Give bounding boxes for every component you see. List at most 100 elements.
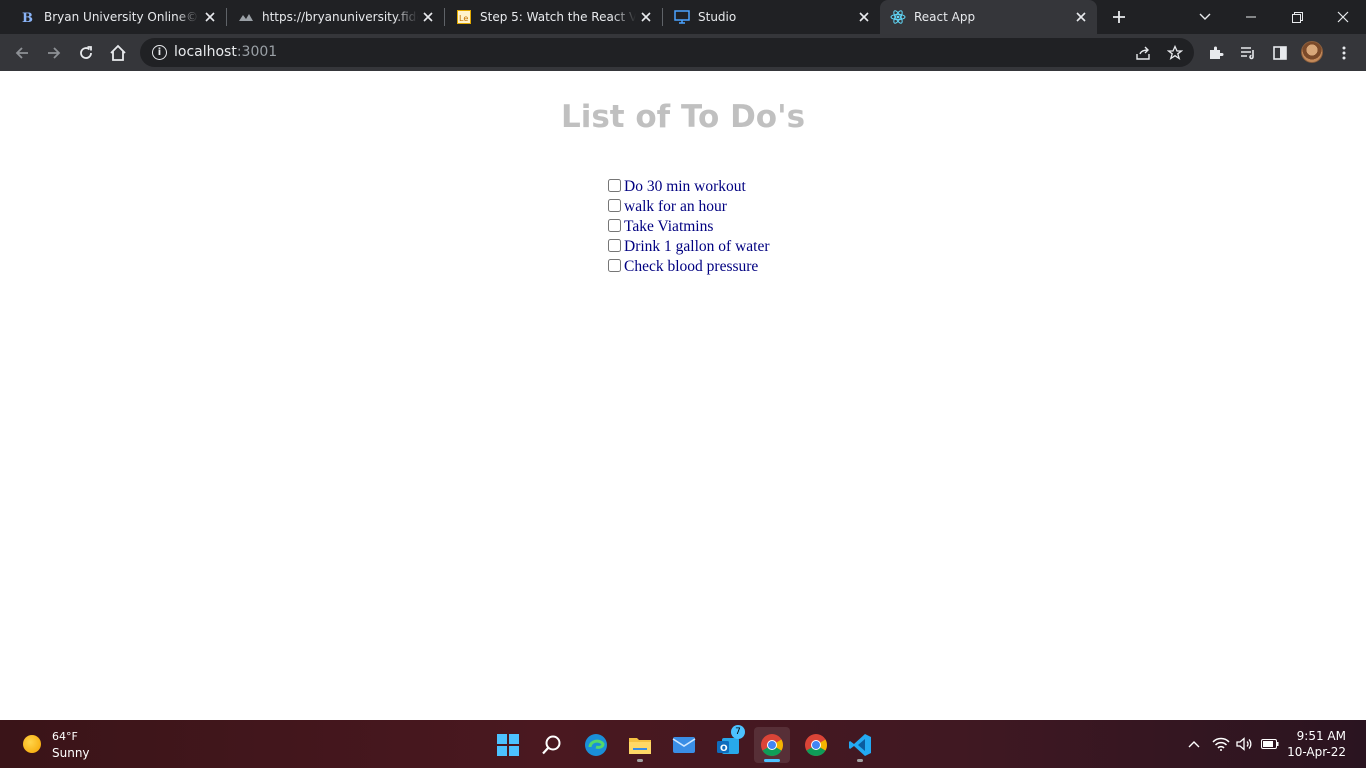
- lesson-icon: Le: [456, 9, 472, 25]
- back-button[interactable]: [9, 40, 35, 66]
- running-indicator: [857, 759, 863, 762]
- close-tab-icon[interactable]: [854, 7, 874, 27]
- chevron-up-icon: [1188, 741, 1200, 748]
- todo-checkbox[interactable]: [608, 218, 621, 232]
- tab-studio[interactable]: Studio: [654, 0, 880, 34]
- arrow-right-icon: [48, 47, 61, 59]
- arrow-left-icon: [15, 47, 28, 59]
- todo-item: walk for an hour: [607, 197, 770, 217]
- tab-title: React App: [914, 10, 976, 24]
- todo-label: Drink 1 gallon of water: [624, 238, 770, 255]
- close-icon: [1337, 11, 1349, 23]
- mail-icon: [672, 737, 696, 753]
- taskbar-chrome-profile[interactable]: [754, 727, 790, 763]
- weather-condition: Sunny: [52, 746, 90, 760]
- studio-icon: [674, 9, 690, 25]
- tab-title: https://bryanuniversity.fidelis: [262, 10, 418, 24]
- site-info-icon[interactable]: i: [152, 45, 167, 60]
- bryan-university-icon: B: [20, 9, 36, 25]
- taskbar-file-explorer[interactable]: [622, 727, 658, 763]
- notification-badge: 7: [731, 725, 745, 739]
- tab-search-button[interactable]: [1182, 0, 1228, 34]
- kebab-menu-icon: [1342, 46, 1346, 60]
- folder-icon: [629, 738, 651, 754]
- todo-checkbox[interactable]: [608, 198, 621, 212]
- taskbar-outlook[interactable]: O 7: [710, 725, 746, 763]
- playlist-icon: [1241, 47, 1254, 60]
- chevron-down-icon: [1199, 13, 1211, 20]
- todo-label: Check blood pressure: [624, 258, 759, 275]
- tab-title: Bryan University Online© Fou: [44, 10, 200, 24]
- minimize-button[interactable]: [1228, 0, 1274, 34]
- minimize-icon: [1246, 16, 1256, 18]
- reload-icon: [80, 46, 92, 59]
- close-tab-icon[interactable]: [418, 7, 438, 27]
- address-port: :3001: [236, 44, 278, 60]
- close-window-button[interactable]: [1320, 0, 1366, 34]
- todo-checkbox[interactable]: [608, 238, 621, 252]
- close-tab-icon[interactable]: [636, 7, 656, 27]
- close-tab-icon[interactable]: [200, 7, 220, 27]
- home-button[interactable]: [105, 40, 131, 66]
- todo-item: Check blood pressure: [607, 257, 770, 277]
- side-panel-button[interactable]: [1267, 40, 1293, 66]
- taskbar-chrome[interactable]: [798, 727, 834, 763]
- todo-item: Drink 1 gallon of water: [607, 237, 770, 257]
- address-bar[interactable]: i localhost:3001: [140, 38, 1194, 67]
- todo-checkbox[interactable]: [608, 258, 621, 272]
- address-host: localhost: [174, 44, 237, 60]
- tab-title: Studio: [698, 10, 737, 24]
- todo-item: Take Viatmins: [607, 217, 770, 237]
- forward-button[interactable]: [41, 40, 67, 66]
- close-tab-icon[interactable]: [1071, 7, 1091, 27]
- todo-label: Do 30 min workout: [624, 178, 746, 195]
- running-indicator: [764, 759, 780, 762]
- tab-bryan-university[interactable]: B Bryan University Online© Fou: [0, 0, 226, 34]
- wifi-icon[interactable]: [1212, 735, 1230, 753]
- plus-icon: [1113, 11, 1125, 23]
- start-button[interactable]: [490, 727, 526, 763]
- search-icon: [542, 735, 561, 755]
- bookmark-star-icon[interactable]: [1166, 44, 1184, 62]
- todo-item: Do 30 min workout: [607, 177, 770, 197]
- browser-toolbar: i localhost:3001: [0, 34, 1366, 71]
- todo-label: Take Viatmins: [624, 218, 714, 235]
- running-indicator: [637, 759, 643, 762]
- vscode-icon: [849, 734, 871, 756]
- new-tab-button[interactable]: [1108, 6, 1130, 28]
- taskbar-search-button[interactable]: [534, 727, 570, 763]
- volume-icon[interactable]: [1236, 735, 1254, 753]
- tab-fidelis[interactable]: https://bryanuniversity.fidelis: [218, 0, 444, 34]
- restore-icon: [1291, 11, 1303, 23]
- show-hidden-icons-button[interactable]: [1185, 735, 1203, 753]
- tab-react-app[interactable]: React App: [880, 0, 1097, 34]
- todo-label: walk for an hour: [624, 198, 727, 215]
- windows-taskbar: 64°F Sunny O 7 9:51 AM 10-Apr-22: [0, 720, 1366, 768]
- taskbar-mail[interactable]: [666, 727, 702, 763]
- taskbar-edge[interactable]: [578, 727, 614, 763]
- todo-list: Do 30 min workout walk for an hour Take …: [607, 177, 770, 277]
- tab-title: Step 5: Watch the React Vide: [480, 10, 636, 24]
- weather-temperature: 64°F: [52, 730, 78, 743]
- chrome-icon: [805, 734, 827, 756]
- page-content: List of To Do's Do 30 min workout walk f…: [0, 71, 1366, 720]
- media-controls-button[interactable]: [1235, 40, 1261, 66]
- extensions-button[interactable]: [1203, 40, 1229, 66]
- page-title: List of To Do's: [560, 99, 806, 135]
- restore-button[interactable]: [1274, 0, 1320, 34]
- clock-date: 10-Apr-22: [1287, 745, 1346, 759]
- chrome-icon: [761, 734, 783, 756]
- todo-checkbox[interactable]: [608, 178, 621, 192]
- profile-avatar[interactable]: [1301, 41, 1323, 63]
- puzzle-icon: [1210, 46, 1224, 59]
- battery-icon[interactable]: [1261, 735, 1279, 753]
- share-icon[interactable]: [1134, 44, 1152, 62]
- address-url: localhost:3001: [174, 44, 277, 60]
- taskbar-vscode[interactable]: [842, 727, 878, 763]
- svg-text:O: O: [720, 744, 728, 754]
- fidelis-icon: [238, 9, 254, 25]
- svg-text:B: B: [22, 11, 33, 24]
- menu-button[interactable]: [1331, 40, 1357, 66]
- reload-button[interactable]: [73, 40, 99, 66]
- tab-step-5[interactable]: Le Step 5: Watch the React Vide: [436, 0, 662, 34]
